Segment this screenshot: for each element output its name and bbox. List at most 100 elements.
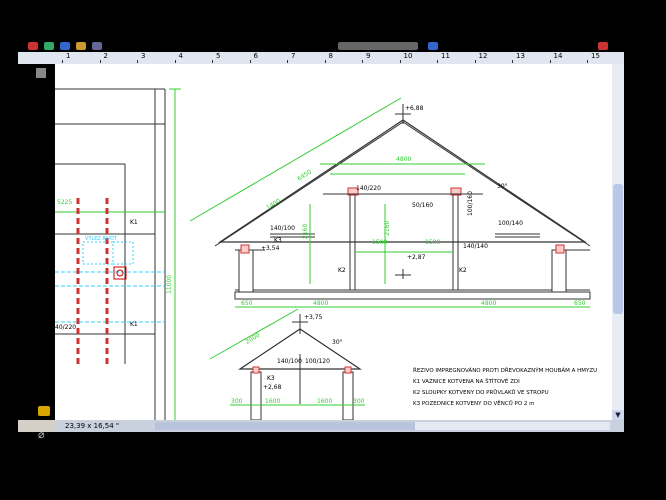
ruler-tick [62,60,63,63]
toolbar [18,40,624,52]
svg-text:+3,54: +3,54 [261,245,280,252]
ruler-tick [474,60,476,63]
svg-text:4800: 4800 [313,300,328,307]
legend-k2: K2 SLOUPKY KOTVENY DO PRŮVLAKŮ VE STROPU [413,389,549,396]
ruler-tick [512,60,513,63]
toolbar-button[interactable] [28,42,38,50]
ruler-mark: 10 [403,52,413,60]
svg-text:30°: 30° [497,183,508,190]
svg-text:K2: K2 [459,267,467,274]
vertical-scroll-thumb[interactable] [613,184,623,314]
svg-text:100/160: 100/160 [467,191,474,216]
ruler-mark: 7 [291,52,296,60]
svg-text:1600: 1600 [317,398,332,405]
svg-text:140/220: 140/220 [356,185,381,192]
ruler-tick [324,60,326,63]
comment-icon[interactable] [38,406,50,416]
svg-text:6450: 6450 [296,168,313,182]
svg-text:1500: 1500 [425,239,440,246]
ruler-mark: 15 [591,52,600,60]
svg-text:4800: 4800 [481,300,496,307]
toolbar-button[interactable] [428,42,438,50]
svg-text:K1: K1 [130,219,138,226]
svg-text:300: 300 [231,398,243,405]
legend-k1: K1 VAZNICE KOTVENA NA ŠTÍTOVÉ ZDI [413,377,520,385]
attachment-icon[interactable]: ⌀ [38,429,50,441]
svg-text:100/120: 100/120 [305,358,330,365]
ruler-mark: 9 [366,52,371,60]
svg-text:30°: 30° [332,339,343,346]
close-icon[interactable] [598,42,608,50]
main-section [189,97,591,308]
ruler-tick [212,60,213,63]
svg-text:40/220: 40/220 [55,324,76,331]
svg-text:K1: K1 [130,321,138,328]
svg-text:K3: K3 [274,237,282,244]
drawing-canvas: 5225 40/220 K1 K1 VÝLEZ ROOT 11000 +6,88… [55,64,612,420]
roof-drawing: 5225 40/220 K1 K1 VÝLEZ ROOT 11000 +6,88… [55,88,597,420]
ruler-tick [549,60,551,63]
legend: ŘEZIVO IMPREGNOVÁNO PROTI DŘEVOKAZNÝM HO… [413,366,597,407]
svg-text:1500: 1500 [372,239,387,246]
ruler-tick [362,60,363,63]
ruler-mark: 2 [103,52,108,60]
toolbar-button[interactable] [76,42,86,50]
viewer-window: 1 2 3 4 5 6 7 8 9 10 11 12 13 14 15 ⌀ 52… [18,40,624,441]
ruler-mark: 6 [253,52,258,60]
horizontal-scroll-thumb[interactable] [155,422,415,430]
rafters-plan [76,198,109,364]
ruler-tick [399,60,401,63]
svg-text:140/100: 140/100 [277,358,302,365]
status-bar: 23,39 x 16,54 " [55,420,624,432]
ruler-tick [587,60,588,63]
svg-text:+6,88: +6,88 [405,105,424,112]
svg-text:2000: 2000 [245,332,262,346]
ruler-tick [249,60,251,63]
svg-text:4800: 4800 [396,156,411,163]
ruler-mark: 8 [328,52,333,60]
svg-text:11000: 11000 [166,275,173,294]
svg-text:650: 650 [574,300,586,307]
svg-text:2160: 2160 [384,221,391,236]
toolbar-button[interactable] [92,42,102,50]
ruler-mark: 14 [553,52,563,60]
vertical-scrollbar[interactable]: ▼ [612,64,624,420]
svg-text:K2: K2 [338,267,346,274]
ruler-tick [137,60,138,63]
page-size-label: 23,39 x 16,54 " [65,422,120,430]
svg-text:1600: 1600 [265,398,280,405]
ruler-mark: 3 [141,52,146,60]
svg-text:100/140: 100/140 [498,220,523,227]
svg-text:+3,75: +3,75 [304,314,323,321]
ruler-mark: 4 [178,52,183,60]
legend-k3: K3 POZEDNICE KOTVENY DO VĚNCŮ PO 2 m [413,399,535,407]
ruler-mark: 13 [516,52,525,60]
svg-text:650: 650 [241,300,253,307]
ruler-tick [174,60,176,63]
svg-text:1400: 1400 [265,197,282,211]
ruler-mark: 12 [478,52,488,60]
toolbar-field[interactable] [338,42,418,50]
ruler-tick [437,60,438,63]
svg-text:5225: 5225 [57,199,72,206]
ruler-mark: 5 [216,52,221,60]
legend-title: ŘEZIVO IMPREGNOVÁNO PROTI DŘEVOKAZNÝM HO… [413,366,597,374]
ruler-mark: 11 [441,52,450,60]
horizontal-scrollbar[interactable] [155,422,610,430]
plan-fragment [55,88,166,420]
panel-handle-icon[interactable] [36,68,46,78]
left-side-panel: ⌀ [18,64,55,441]
svg-text:+2,68: +2,68 [263,384,282,391]
ruler-mark: 1 [66,52,71,60]
svg-text:140/140: 140/140 [463,243,488,250]
svg-text:+2,87: +2,87 [407,254,426,261]
ruler-tick [287,60,288,63]
scroll-down-icon[interactable]: ▼ [612,410,624,420]
toolbar-button[interactable] [60,42,70,50]
svg-text:50/160: 50/160 [412,202,433,209]
svg-text:VÝLEZ ROOT: VÝLEZ ROOT [85,235,118,242]
toolbar-button[interactable] [44,42,54,50]
ruler-tick [99,60,101,63]
svg-text:2160: 2160 [302,224,309,239]
svg-text:140/100: 140/100 [270,225,295,232]
